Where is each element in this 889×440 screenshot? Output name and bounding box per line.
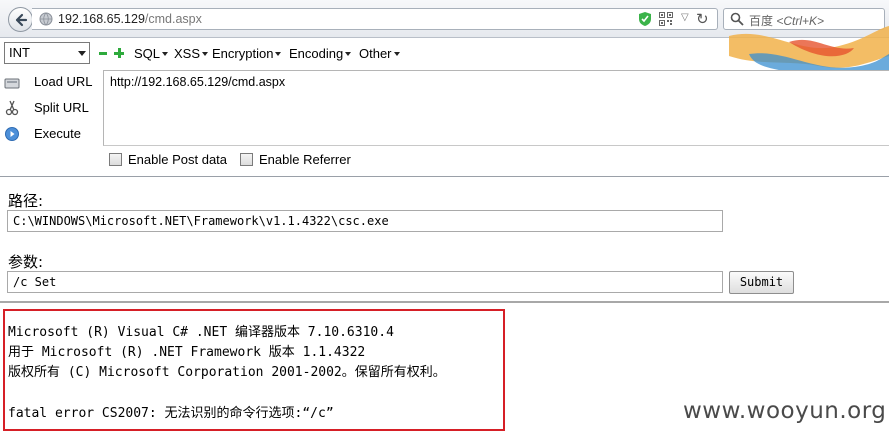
output-line: Microsoft (R) Visual C# .NET 编译器版本 7.10.…: [8, 325, 394, 340]
output-line: 用于 Microsoft (R) .NET Framework 版本 1.1.4…: [8, 345, 366, 360]
menu-xss[interactable]: XSS: [174, 46, 209, 61]
hackbar-toolbar: INT SQL XSS Encryption Encoding Other: [0, 39, 889, 70]
search-icon: [730, 12, 744, 26]
address-text[interactable]: 192.168.65.129/cmd.aspx: [58, 12, 202, 26]
security-shield-icon[interactable]: [638, 11, 652, 27]
execute-label: Execute: [34, 126, 81, 141]
scissors-icon: [5, 100, 19, 116]
split-url-label: Split URL: [34, 100, 89, 115]
increase-icon[interactable]: [114, 48, 124, 58]
dropdown-arrow-icon: [275, 52, 282, 56]
menu-sql-label: SQL: [134, 46, 161, 61]
url-path: /cmd.aspx: [144, 12, 202, 26]
menu-encoding[interactable]: Encoding: [289, 46, 352, 61]
output-line: 版权所有 (C) Microsoft Corporation 2001-2002…: [8, 365, 446, 380]
address-bar[interactable]: 192.168.65.129/cmd.aspx ▽ ↻: [32, 8, 718, 30]
menu-other-label: Other: [359, 46, 392, 61]
path-input[interactable]: C:\WINDOWS\Microsoft.NET\Framework\v1.1.…: [7, 210, 723, 232]
chevron-down-icon: [78, 51, 86, 56]
submit-button[interactable]: Submit: [729, 271, 794, 294]
hackbar-panel: Load URL Split URL Execute http://192.16…: [0, 70, 889, 177]
menu-other[interactable]: Other: [359, 46, 400, 61]
type-select-value: INT: [9, 45, 30, 60]
enable-referrer-label: Enable Referrer: [259, 152, 351, 167]
enable-post-data-label: Enable Post data: [128, 152, 228, 167]
checkbox-box[interactable]: [240, 153, 253, 166]
output-line: fatal error CS2007: 无法识别的命令行选项:“/c”: [8, 406, 334, 421]
qr-code-icon[interactable]: [659, 12, 673, 26]
type-select[interactable]: INT: [4, 42, 90, 64]
history-dropdown-icon[interactable]: ▽: [681, 12, 689, 23]
horizontal-rule: [0, 301, 889, 303]
back-button[interactable]: [8, 7, 33, 32]
reload-icon[interactable]: ↻: [696, 10, 709, 28]
args-label: 参数:: [8, 253, 44, 271]
dropdown-arrow-icon: [202, 52, 209, 56]
checkbox-box[interactable]: [109, 153, 122, 166]
globe-icon: [39, 12, 53, 26]
hackbar-divider: [0, 176, 889, 177]
dropdown-arrow-icon: [393, 52, 400, 56]
load-url-icon: [4, 78, 20, 89]
site-watermark: www.wooyun.org: [683, 398, 887, 424]
menu-sql[interactable]: SQL: [134, 46, 169, 61]
args-input[interactable]: /c Set: [7, 271, 723, 293]
execute-button[interactable]: Execute: [4, 124, 100, 146]
decrease-icon[interactable]: [99, 52, 107, 55]
url-textarea-value: http://192.168.65.129/cmd.aspx: [110, 75, 286, 89]
back-arrow-icon: [15, 13, 27, 26]
menu-xss-label: XSS: [174, 46, 201, 61]
dropdown-arrow-icon: [345, 52, 352, 56]
path-label: 路径:: [8, 192, 44, 210]
menu-encryption[interactable]: Encryption: [212, 46, 282, 61]
menu-encoding-label: Encoding: [289, 46, 344, 61]
load-url-button[interactable]: Load URL: [4, 72, 100, 94]
play-icon: [5, 127, 19, 141]
load-url-label: Load URL: [34, 74, 93, 89]
split-url-button[interactable]: Split URL: [4, 98, 100, 120]
menu-encryption-label: Encryption: [212, 46, 274, 61]
url-textarea[interactable]: http://192.168.65.129/cmd.aspx: [103, 70, 889, 146]
command-output: Microsoft (R) Visual C# .NET 编译器版本 7.10.…: [3, 309, 505, 431]
dropdown-arrow-icon: [162, 52, 169, 56]
url-host: 192.168.65.129: [58, 12, 145, 26]
